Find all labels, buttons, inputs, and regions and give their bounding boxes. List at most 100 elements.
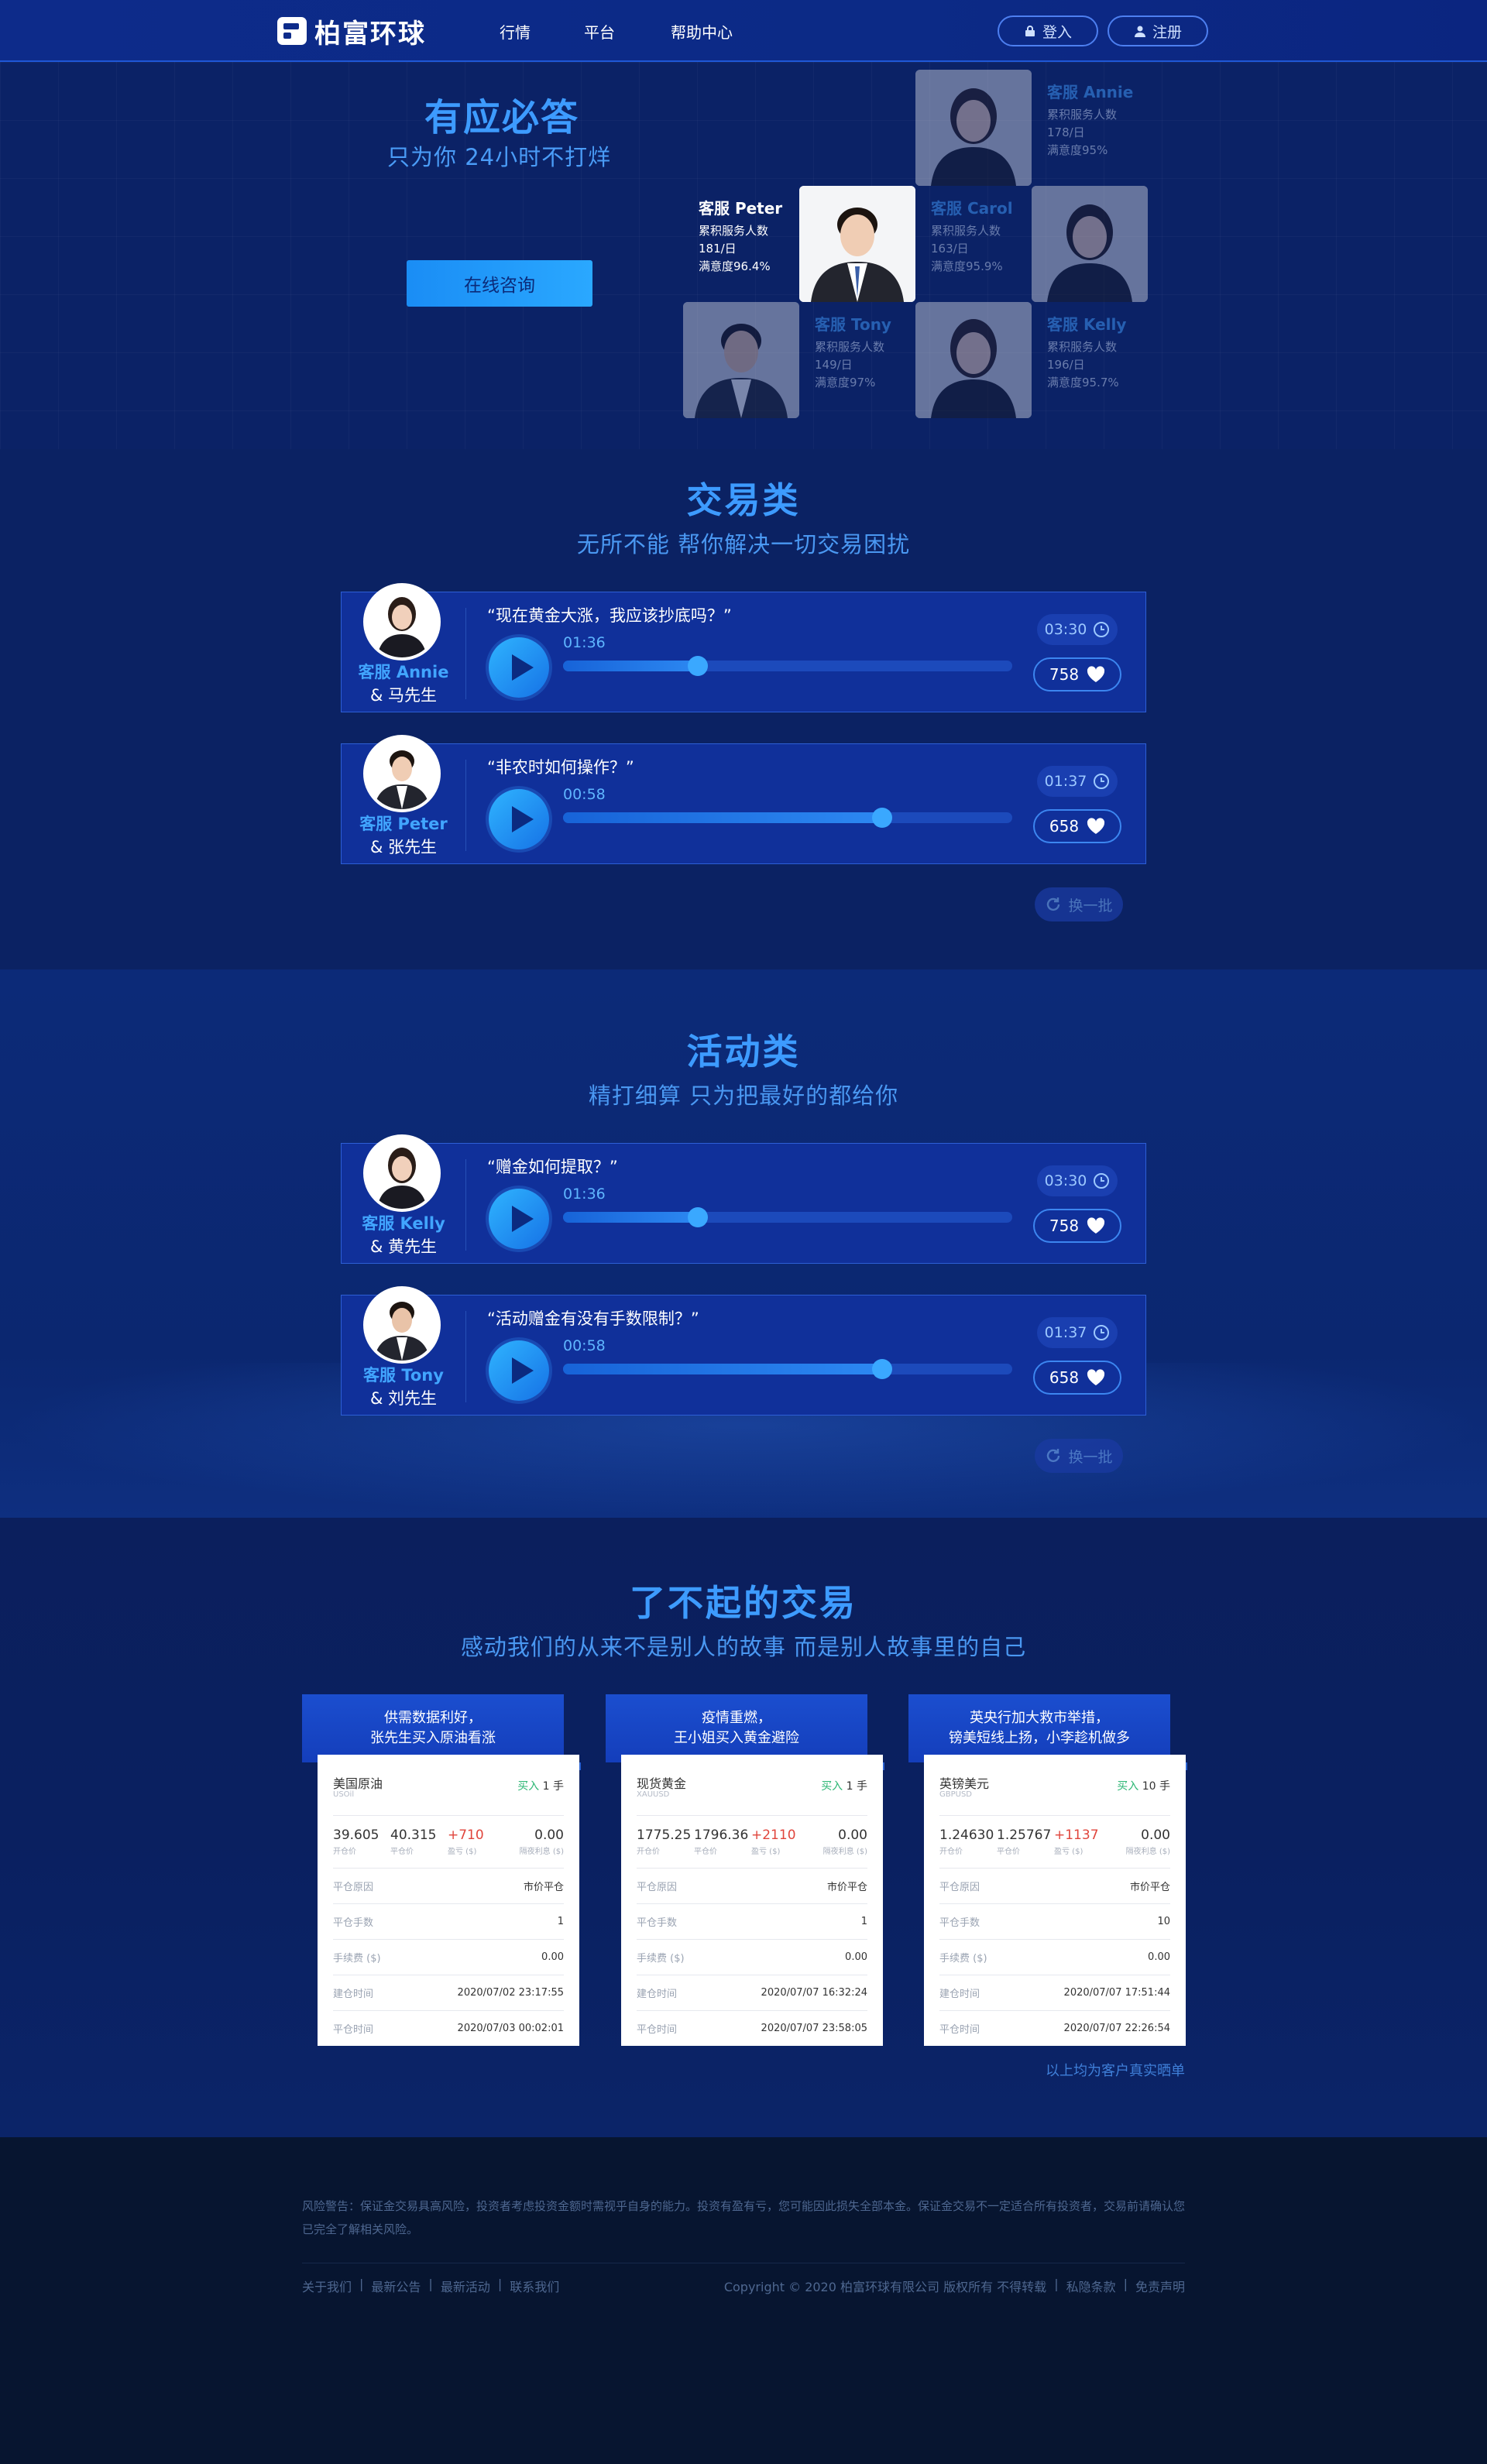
like-count: 658 — [1049, 817, 1080, 836]
footer-link-about[interactable]: 关于我们 — [302, 2277, 352, 2295]
audio-progress-bar[interactable] — [563, 1207, 1012, 1227]
nav-platform[interactable]: 平台 — [584, 20, 615, 43]
divider — [465, 1311, 466, 1402]
audio-progress-bar[interactable] — [563, 656, 1012, 676]
customer-name: & 马先生 — [369, 686, 438, 705]
agent-photo-peter[interactable] — [799, 186, 915, 302]
ticket-open-value: 1.24630 — [939, 1827, 994, 1843]
footer-copyright: Copyright © 2020 柏富环球有限公司 版权所有 不得转载 | 私隐条… — [724, 2277, 1185, 2295]
ticket-open-value: 39.605 — [333, 1827, 379, 1843]
ticket-detail-row: 平仓原因 市价平仓 — [939, 1868, 1170, 1903]
register-button[interactable]: 注册 — [1108, 15, 1208, 46]
detail-value: 2020/07/02 23:17:55 — [457, 1987, 564, 1999]
ticket-swap-label: 隔夜利息 ($) — [1125, 1848, 1170, 1856]
progress-knob[interactable] — [688, 656, 708, 676]
audio-progress-bar[interactable] — [563, 1359, 1012, 1379]
nav-help[interactable]: 帮助中心 — [671, 20, 733, 43]
like-button[interactable]: 658 — [1033, 809, 1121, 843]
like-button[interactable]: 658 — [1033, 1361, 1121, 1395]
agent-photo-tony[interactable] — [683, 302, 799, 418]
story-line-2: 王小姐买入黄金避险 — [674, 1730, 799, 1746]
login-label: 登入 — [1042, 23, 1072, 41]
footer-link-events[interactable]: 最新活动 — [441, 2277, 490, 2295]
qa-card: 客服 Tony & 刘先生 “活动赠金有没有手数限制？” 00:58 01:37 … — [341, 1286, 1146, 1416]
detail-label: 建仓时间 — [939, 1989, 980, 2000]
ticket-swap-value: 0.00 — [534, 1827, 564, 1843]
ticket-close-value: 1796.36 — [694, 1827, 749, 1843]
ticket-detail-row: 平仓手数 10 — [939, 1903, 1170, 1939]
agent-photo-annie[interactable] — [915, 70, 1032, 186]
like-count: 758 — [1049, 1217, 1080, 1235]
agent-satisfaction: 满意度96.4% — [699, 259, 771, 273]
agent-stat-value: 181/日 — [699, 242, 737, 256]
detail-value: 市价平仓 — [523, 1882, 564, 1893]
agent-photo-carol[interactable] — [1032, 186, 1148, 302]
progress-fill — [563, 1364, 882, 1374]
product-name: 现货黄金 — [637, 1776, 687, 1791]
position-side: 买入 1 手 — [821, 1778, 867, 1793]
audio-progress-bar[interactable] — [563, 808, 1012, 828]
ticket-detail-row: 平仓时间 2020/07/07 23:58:05 — [637, 2010, 867, 2046]
refresh-batch-button[interactable]: 换一批 — [1035, 1439, 1123, 1473]
side-label: 买入 — [1117, 1780, 1139, 1793]
question-text: “赠金如何提取？” — [487, 1158, 618, 1176]
play-button[interactable] — [489, 789, 549, 849]
play-button[interactable] — [489, 1340, 549, 1401]
agent-info-annie: 客服 Annie 累积服务人数 178/日 满意度95% — [1047, 84, 1133, 160]
footer-link-contact[interactable]: 联系我们 — [510, 2277, 559, 2295]
question-text: “活动赠金有没有手数限制？” — [487, 1309, 699, 1328]
divider — [465, 760, 466, 851]
agent-satisfaction: 满意度95.7% — [1047, 376, 1119, 390]
question-text: “现在黄金大涨，我应该抄底吗？” — [487, 606, 732, 625]
login-button[interactable]: 登入 — [998, 15, 1098, 46]
detail-value: 1 — [557, 1916, 564, 1927]
refresh-batch-button[interactable]: 换一批 — [1035, 887, 1123, 921]
ticket-detail-row: 手续费 ($) 0.00 — [637, 1939, 867, 1975]
agent-info-peter: 客服 Peter 累积服务人数 181/日 满意度96.4% — [699, 200, 782, 276]
clock-icon — [1094, 1325, 1110, 1340]
like-button[interactable]: 758 — [1033, 657, 1121, 691]
agent-satisfaction: 满意度97% — [815, 376, 876, 390]
heart-icon — [1087, 666, 1105, 682]
privacy-link[interactable]: 私隐条款 — [1066, 2277, 1116, 2295]
great-trades-subtitle: 感动我们的从来不是别人的故事 而是别人故事里的自己 — [460, 1634, 1027, 1660]
customer-name: & 黄先生 — [369, 1237, 438, 1256]
detail-value: 2020/07/07 23:58:05 — [761, 2023, 867, 2034]
detail-value: 0.00 — [541, 1951, 564, 1963]
ticket-detail-row: 平仓原因 市价平仓 — [333, 1868, 564, 1903]
progress-knob[interactable] — [871, 1359, 892, 1379]
copyright-text: Copyright © 2020 柏富环球有限公司 版权所有 不得转载 — [723, 2280, 1047, 2294]
progress-knob[interactable] — [688, 1207, 708, 1227]
duration-badge: 03:30 — [1037, 1165, 1118, 1196]
agent-photo-kelly[interactable] — [915, 302, 1032, 418]
qa-participants: 客服 Tony & 刘先生 — [342, 1364, 465, 1410]
brand-logo[interactable]: 柏富环球 — [277, 15, 426, 50]
progress-knob[interactable] — [871, 808, 892, 828]
agent-satisfaction: 满意度95.9% — [931, 259, 1003, 273]
play-button[interactable] — [489, 637, 549, 698]
logo-text: 柏富环球 — [314, 18, 426, 50]
agent-stat-value: 163/日 — [931, 242, 969, 256]
play-button[interactable] — [489, 1189, 549, 1249]
like-count: 658 — [1049, 1368, 1080, 1387]
product-code: XAUUSD — [637, 1790, 670, 1799]
footer: 风险警告：保证金交易具高风险，投资者考虑投资金额时需视乎自身的能力。投资有盈有亏… — [0, 2137, 1487, 2464]
separator: | — [1123, 2277, 1128, 2291]
current-time: 01:36 — [563, 1186, 606, 1203]
trade-story-header: 疫情重燃， 王小姐买入黄金避险 — [606, 1694, 884, 1770]
clock-icon — [1094, 1173, 1110, 1189]
footer-links: 关于我们 | 最新公告 | 最新活动 | 联系我们 — [302, 2277, 559, 2295]
agent-name: 客服 Annie — [358, 663, 449, 681]
agent-name: 客服 Carol — [931, 199, 1013, 218]
nav-market[interactable]: 行情 — [500, 20, 531, 43]
divider — [465, 1159, 466, 1251]
agent-name: 客服 Tony — [815, 315, 891, 334]
like-button[interactable]: 758 — [1033, 1209, 1121, 1243]
avatar — [363, 1286, 441, 1364]
detail-value: 市价平仓 — [826, 1882, 867, 1893]
trade-story-header: 英央行加大救市举措， 镑美短线上扬，小李趁机做多 — [908, 1694, 1187, 1770]
disclaimer-link[interactable]: 免责声明 — [1135, 2277, 1185, 2295]
online-consult-button[interactable]: 在线咨询 — [407, 260, 592, 307]
agent-info-tony: 客服 Tony 累积服务人数 149/日 满意度97% — [815, 316, 891, 392]
footer-link-notice[interactable]: 最新公告 — [371, 2277, 421, 2295]
